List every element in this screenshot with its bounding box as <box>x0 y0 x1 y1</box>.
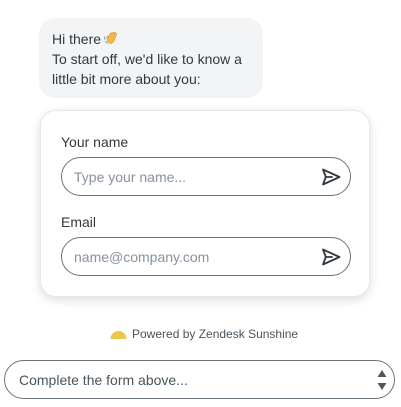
zendesk-sun-icon <box>110 331 127 339</box>
bot-message-bubble: Hi there To start off, we'd like to know… <box>39 18 263 98</box>
message-input[interactable] <box>19 371 359 391</box>
name-send-icon[interactable] <box>320 166 342 188</box>
greeting-text: Hi there <box>52 31 102 47</box>
name-field[interactable] <box>61 157 351 196</box>
email-send-icon[interactable] <box>320 246 342 268</box>
name-field-label: Your name <box>61 134 129 150</box>
bot-message-line-2: To start off, we'd like to know a <box>52 51 242 67</box>
message-composer[interactable] <box>4 360 395 399</box>
bot-message-line-1: Hi there <box>52 29 263 49</box>
bot-message-line-3: little bit more about you: <box>52 71 201 87</box>
powered-by-text: Powered by Zendesk Sunshine <box>132 327 299 341</box>
powered-by[interactable]: Powered by Zendesk Sunshine <box>110 327 298 343</box>
email-field[interactable] <box>61 237 351 276</box>
email-input[interactable] <box>74 238 304 275</box>
chat-widget: Hi there To start off, we'd like to know… <box>0 0 401 407</box>
name-input[interactable] <box>74 158 304 195</box>
waving-hand-icon <box>103 31 117 44</box>
email-field-label: Email <box>61 214 97 230</box>
scroll-arrows-icon[interactable] <box>376 367 388 393</box>
form-card: Your name Email <box>40 110 370 297</box>
